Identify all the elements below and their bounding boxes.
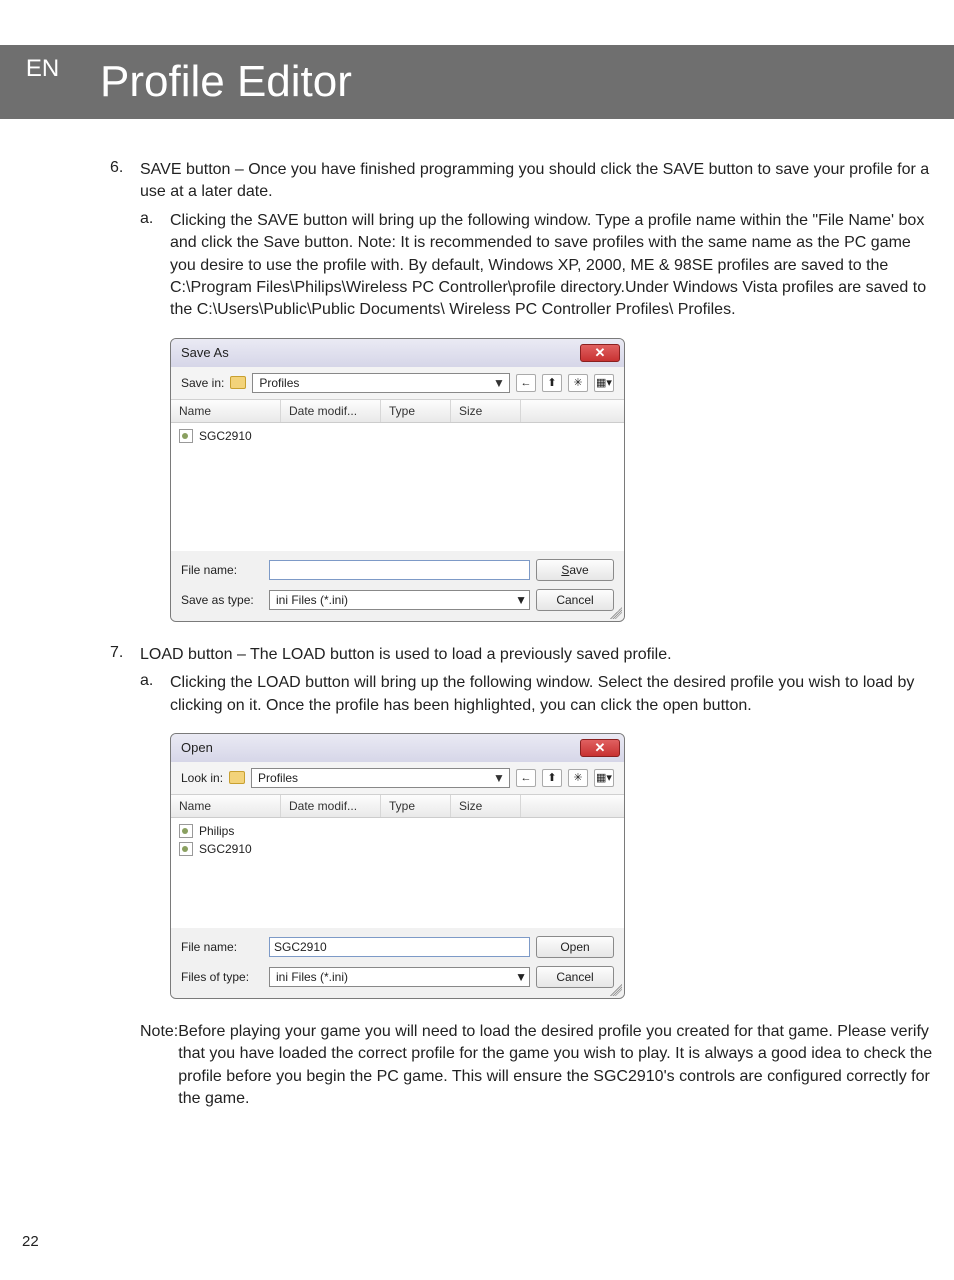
back-icon[interactable]: ← <box>516 769 536 787</box>
filename-input[interactable]: SGC2910 <box>269 937 530 957</box>
file-row[interactable]: SGC2910 <box>171 427 624 445</box>
dialog-title: Save As <box>181 345 229 360</box>
col-type[interactable]: Type <box>381 400 451 422</box>
location-value: Profiles <box>258 771 491 785</box>
filetype-value: ini Files (*.ini) <box>276 593 348 607</box>
file-list[interactable]: Philips SGC2910 <box>171 818 624 928</box>
open-button[interactable]: Open <box>536 936 614 958</box>
location-value: Profiles <box>259 376 491 390</box>
file-name-cell: Philips <box>199 824 234 838</box>
dialog-titlebar: Save As ✕ <box>171 339 624 367</box>
cancel-button[interactable]: Cancel <box>536 966 614 988</box>
dialog-bottom: File name: Save Save as type: ini Files … <box>171 551 624 621</box>
up-folder-icon[interactable]: ⬆ <box>542 374 562 392</box>
filename-input[interactable] <box>269 560 530 580</box>
col-name[interactable]: Name <box>171 795 281 817</box>
filetype-combo[interactable]: ini Files (*.ini) ▼ <box>269 967 530 987</box>
note-block: Note: Before playing your game you will … <box>140 1021 934 1111</box>
header-band: EN Profile Editor <box>0 45 954 119</box>
page-number: 22 <box>22 1233 39 1250</box>
ini-file-icon <box>179 842 193 856</box>
content-area: 6. SAVE button – Once you have finished … <box>0 119 954 1110</box>
view-menu-icon[interactable]: ▦▾ <box>594 374 614 392</box>
resize-grip-icon[interactable] <box>610 607 622 619</box>
chevron-down-icon: ▼ <box>515 593 527 607</box>
view-menu-icon[interactable]: ▦▾ <box>594 769 614 787</box>
location-combo[interactable]: Profiles ▼ <box>251 768 510 788</box>
step-text: LOAD button – The LOAD button is used to… <box>140 644 672 666</box>
folder-icon <box>229 771 245 784</box>
chevron-down-icon: ▼ <box>515 970 527 984</box>
col-date[interactable]: Date modif... <box>281 795 381 817</box>
close-button[interactable]: ✕ <box>580 739 620 757</box>
col-date[interactable]: Date modif... <box>281 400 381 422</box>
ini-file-icon <box>179 824 193 838</box>
location-label: Look in: <box>181 771 223 785</box>
save-as-dialog: Save As ✕ Save in: Profiles ▼ ← ⬆ ✳ ▦▾ <box>170 338 625 622</box>
filetype-value: ini Files (*.ini) <box>276 970 348 984</box>
file-name-cell: SGC2910 <box>199 429 252 443</box>
filename-label: File name: <box>181 563 263 577</box>
file-row[interactable]: Philips <box>171 822 624 840</box>
new-folder-icon[interactable]: ✳ <box>568 769 588 787</box>
save-button[interactable]: Save <box>536 559 614 581</box>
folder-icon <box>230 376 246 389</box>
dialog-nav-row: Save in: Profiles ▼ ← ⬆ ✳ ▦▾ <box>171 367 624 400</box>
dialog-bottom: File name: SGC2910 Open Files of type: i… <box>171 928 624 998</box>
substep-text: Clicking the LOAD button will bring up t… <box>170 672 934 717</box>
language-tab: EN <box>0 45 85 83</box>
col-size[interactable]: Size <box>451 795 521 817</box>
step-number: 6. <box>110 159 140 204</box>
page-title: Profile Editor <box>100 57 352 107</box>
substep-text: Clicking the SAVE button will bring up t… <box>170 210 934 322</box>
substep-label: a. <box>140 210 170 322</box>
list-header: Name Date modif... Type Size <box>171 400 624 423</box>
step-6: 6. SAVE button – Once you have finished … <box>110 159 934 622</box>
open-dialog: Open ✕ Look in: Profiles ▼ ← ⬆ ✳ ▦▾ <box>170 733 625 999</box>
col-type[interactable]: Type <box>381 795 451 817</box>
note-text: Before playing your game you will need t… <box>178 1021 934 1111</box>
chevron-down-icon: ▼ <box>491 376 507 390</box>
up-folder-icon[interactable]: ⬆ <box>542 769 562 787</box>
dialog-titlebar: Open ✕ <box>171 734 624 762</box>
note-label: Note: <box>140 1021 178 1111</box>
step-number: 7. <box>110 644 140 666</box>
dialog-title: Open <box>181 740 213 755</box>
dialog-nav-row: Look in: Profiles ▼ ← ⬆ ✳ ▦▾ <box>171 762 624 795</box>
location-label: Save in: <box>181 376 224 390</box>
col-size[interactable]: Size <box>451 400 521 422</box>
cancel-button[interactable]: Cancel <box>536 589 614 611</box>
ini-file-icon <box>179 429 193 443</box>
chevron-down-icon: ▼ <box>491 771 507 785</box>
col-name[interactable]: Name <box>171 400 281 422</box>
substep-label: a. <box>140 672 170 717</box>
filename-label: File name: <box>181 940 263 954</box>
file-row[interactable]: SGC2910 <box>171 840 624 858</box>
filetype-label: Save as type: <box>181 593 263 607</box>
file-name-cell: SGC2910 <box>199 842 252 856</box>
close-button[interactable]: ✕ <box>580 344 620 362</box>
filetype-combo[interactable]: ini Files (*.ini) ▼ <box>269 590 530 610</box>
file-list[interactable]: SGC2910 <box>171 423 624 551</box>
step-7: 7. LOAD button – The LOAD button is used… <box>110 644 934 1111</box>
new-folder-icon[interactable]: ✳ <box>568 374 588 392</box>
resize-grip-icon[interactable] <box>610 984 622 996</box>
back-icon[interactable]: ← <box>516 374 536 392</box>
location-combo[interactable]: Profiles ▼ <box>252 373 510 393</box>
filetype-label: Files of type: <box>181 970 263 984</box>
step-text: SAVE button – Once you have finished pro… <box>140 159 934 204</box>
list-header: Name Date modif... Type Size <box>171 795 624 818</box>
